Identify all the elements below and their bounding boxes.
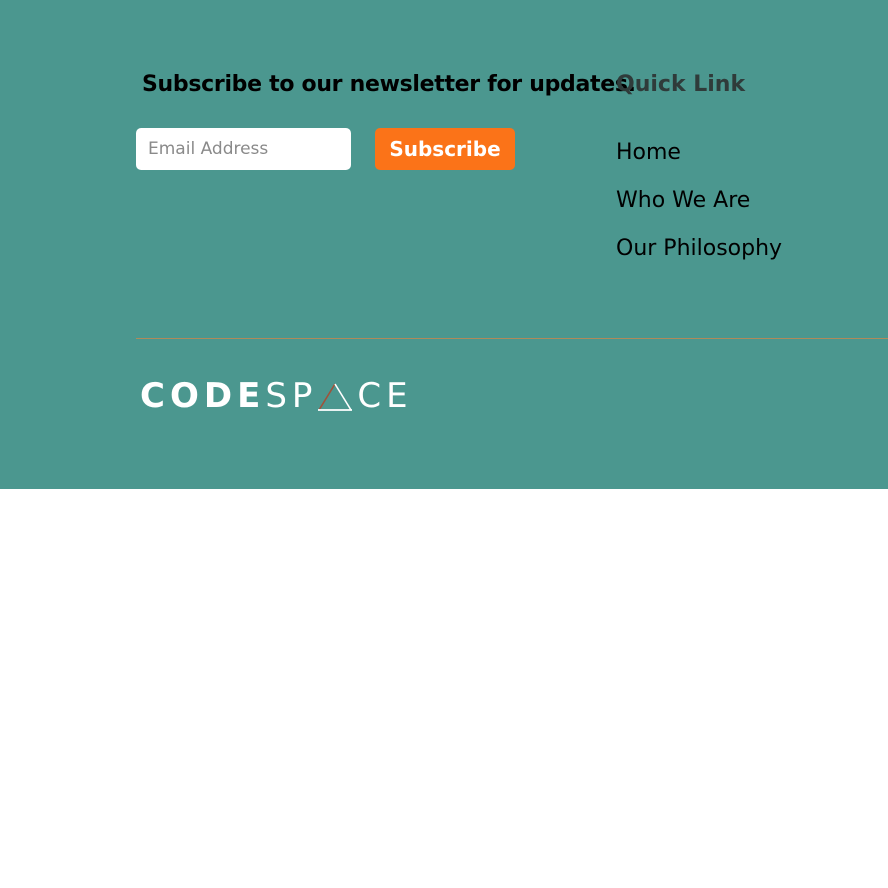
- quick-link-who-we-are[interactable]: Who We Are: [616, 188, 750, 213]
- site-footer: Subscribe to our newsletter for updates.…: [0, 0, 888, 489]
- quick-link-heading: Quick Link: [616, 72, 746, 97]
- quick-link-item-our-philosophy: Our Philosophy: [616, 234, 782, 282]
- quick-link-item-home: Home: [616, 138, 782, 186]
- logo-text-ce: CE: [357, 376, 413, 416]
- triangle-icon: [318, 383, 353, 411]
- quick-link-item-who-we-are: Who We Are: [616, 186, 782, 234]
- logo-text-code: CODE: [140, 376, 266, 416]
- email-address-input[interactable]: [136, 128, 351, 170]
- codespace-logo[interactable]: CODE SP CE: [140, 376, 413, 416]
- logo-text-sp: SP: [265, 376, 318, 416]
- quick-link-our-philosophy[interactable]: Our Philosophy: [616, 236, 782, 261]
- quick-link-home[interactable]: Home: [616, 140, 681, 165]
- quick-links-list: Home Who We Are Our Philosophy: [616, 138, 782, 282]
- newsletter-heading: Subscribe to our newsletter for updates.: [142, 72, 636, 97]
- subscribe-button[interactable]: Subscribe: [375, 128, 515, 170]
- footer-divider: [136, 338, 888, 339]
